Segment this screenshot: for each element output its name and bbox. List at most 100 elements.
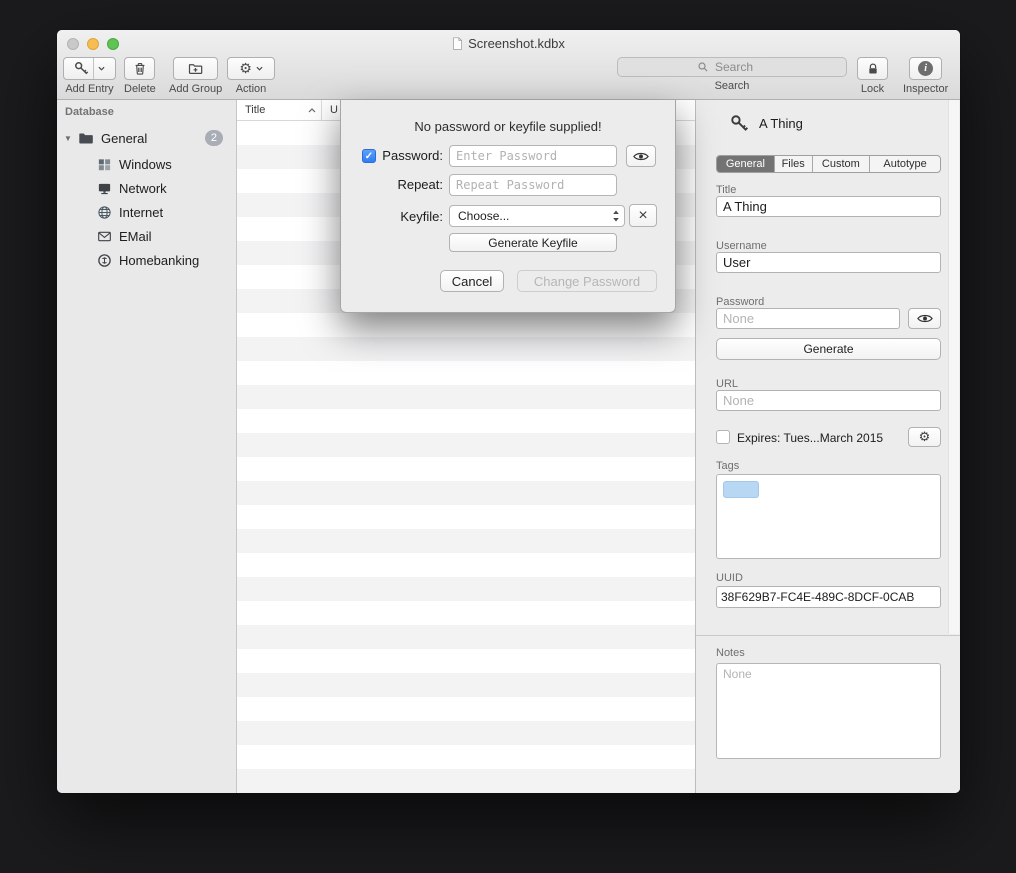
- inspector-tabs: General Files Custom Autotype: [716, 155, 941, 173]
- sheet-message: No password or keyfile supplied!: [341, 119, 675, 134]
- tab-files[interactable]: Files: [775, 156, 813, 172]
- column-label: Title: [245, 104, 265, 116]
- notes-field-label: Notes: [716, 647, 745, 659]
- computer-icon: [97, 181, 112, 196]
- key-icon: [730, 114, 749, 133]
- sidebar: Database ▼ General 2 Windows Network Int…: [57, 100, 237, 793]
- cancel-label: Cancel: [452, 274, 492, 289]
- toolbar-group-inspector: i Inspector: [903, 57, 948, 95]
- sidebar-item-internet[interactable]: Internet: [57, 200, 236, 224]
- tags-field[interactable]: [716, 474, 941, 559]
- group-label: General: [101, 131, 147, 146]
- eye-icon: [917, 313, 933, 324]
- generate-keyfile-button[interactable]: Generate Keyfile: [449, 233, 617, 252]
- entry-count-badge: 2: [205, 130, 223, 146]
- expires-label: Expires: Tues...March 2015: [737, 431, 883, 445]
- generate-password-button[interactable]: Generate: [716, 338, 941, 360]
- password-input[interactable]: [449, 145, 617, 167]
- add-entry-button[interactable]: [63, 57, 116, 80]
- sort-ascending-icon: [308, 108, 316, 113]
- search-label: Search: [715, 80, 750, 92]
- tab-general[interactable]: General: [717, 156, 775, 172]
- toolbar-group-search: Search: [617, 57, 847, 92]
- add-group-label: Add Group: [169, 83, 222, 95]
- gear-icon: ⚙: [919, 431, 931, 444]
- notes-textarea[interactable]: [716, 663, 941, 759]
- repeat-label: Repeat:: [341, 177, 443, 192]
- tags-field-label: Tags: [716, 460, 739, 472]
- lock-icon: [866, 62, 880, 76]
- add-entry-label: Add Entry: [65, 83, 113, 95]
- sidebar-item-email[interactable]: EMail: [57, 224, 236, 248]
- clear-icon: ×: [638, 207, 647, 225]
- reveal-password-button[interactable]: [908, 308, 941, 329]
- clear-keyfile-button[interactable]: ×: [629, 204, 657, 227]
- uuid-input[interactable]: [716, 586, 941, 608]
- window-header: Screenshot.kdbx Add Entry Delete: [57, 30, 960, 100]
- tab-custom[interactable]: Custom: [813, 156, 871, 172]
- toolbar-group-add-entry: Add Entry: [63, 57, 116, 95]
- disclosure-triangle-icon[interactable]: ▼: [64, 134, 74, 143]
- delete-label: Delete: [124, 83, 156, 95]
- username-field-label: Username: [716, 240, 767, 252]
- search-icon: [697, 61, 709, 73]
- url-field-label: URL: [716, 378, 738, 390]
- column-label: U: [330, 104, 338, 116]
- password-input[interactable]: [716, 308, 900, 329]
- toolbar-group-action: ⚙ Action: [227, 57, 275, 95]
- inspector-scrollbar[interactable]: [948, 100, 959, 634]
- url-input[interactable]: [716, 390, 941, 411]
- chevron-down-icon: [98, 66, 105, 71]
- title-input[interactable]: [716, 196, 941, 217]
- password-checkbox[interactable]: ✓: [362, 149, 376, 163]
- sidebar-section-header: Database: [65, 106, 114, 118]
- sidebar-item-general[interactable]: ▼ General 2: [57, 126, 236, 150]
- gear-icon: ⚙: [239, 62, 252, 76]
- group-label: EMail: [119, 229, 152, 244]
- group-label: Internet: [119, 205, 163, 220]
- keyfile-selected-value: Choose...: [458, 209, 509, 223]
- entry-header: A Thing: [730, 114, 803, 133]
- stepper-icon: [612, 209, 620, 223]
- windows-grid-icon: [97, 157, 112, 172]
- trash-icon: [133, 61, 147, 76]
- expires-checkbox[interactable]: [716, 430, 730, 444]
- password-field-label: Password: [716, 296, 764, 308]
- button-divider: [93, 58, 94, 79]
- sidebar-item-network[interactable]: Network: [57, 176, 236, 200]
- titlebar: Screenshot.kdbx: [57, 36, 960, 51]
- inspector-button[interactable]: i: [909, 57, 942, 80]
- group-label: Windows: [119, 157, 172, 172]
- tab-autotype[interactable]: Autotype: [870, 156, 940, 172]
- cancel-button[interactable]: Cancel: [440, 270, 504, 292]
- lock-label: Lock: [861, 83, 884, 95]
- tag-token[interactable]: [723, 481, 759, 498]
- sidebar-item-windows[interactable]: Windows: [57, 152, 236, 176]
- change-password-button[interactable]: Change Password: [517, 270, 657, 292]
- check-icon: ✓: [365, 151, 373, 162]
- column-header-title[interactable]: Title: [237, 100, 322, 120]
- app-window: Screenshot.kdbx Add Entry Delete: [57, 30, 960, 793]
- action-button[interactable]: ⚙: [227, 57, 275, 80]
- add-group-button[interactable]: [173, 57, 218, 80]
- sidebar-item-homebanking[interactable]: Homebanking: [57, 248, 236, 272]
- inspector-panel: A Thing General Files Custom Autotype Ti…: [695, 100, 960, 793]
- search-field[interactable]: [617, 57, 847, 77]
- change-password-label: Change Password: [534, 274, 640, 289]
- uuid-field-label: UUID: [716, 572, 743, 584]
- reveal-password-button[interactable]: [626, 145, 656, 167]
- password-label: Password:: [377, 148, 443, 163]
- title-field-label: Title: [716, 184, 736, 196]
- expires-settings-button[interactable]: ⚙: [908, 427, 941, 447]
- search-input[interactable]: [713, 59, 767, 75]
- toolbar-group-lock: Lock: [857, 57, 888, 95]
- keyfile-dropdown[interactable]: Choose...: [449, 205, 625, 227]
- eye-icon: [633, 151, 649, 162]
- folder-plus-icon: [188, 61, 203, 76]
- lock-button[interactable]: [857, 57, 888, 80]
- username-input[interactable]: [716, 252, 941, 273]
- delete-button[interactable]: [124, 57, 155, 80]
- change-password-sheet: No password or keyfile supplied! ✓ Passw…: [340, 100, 676, 313]
- entry-title: A Thing: [759, 116, 803, 131]
- repeat-password-input[interactable]: [449, 174, 617, 196]
